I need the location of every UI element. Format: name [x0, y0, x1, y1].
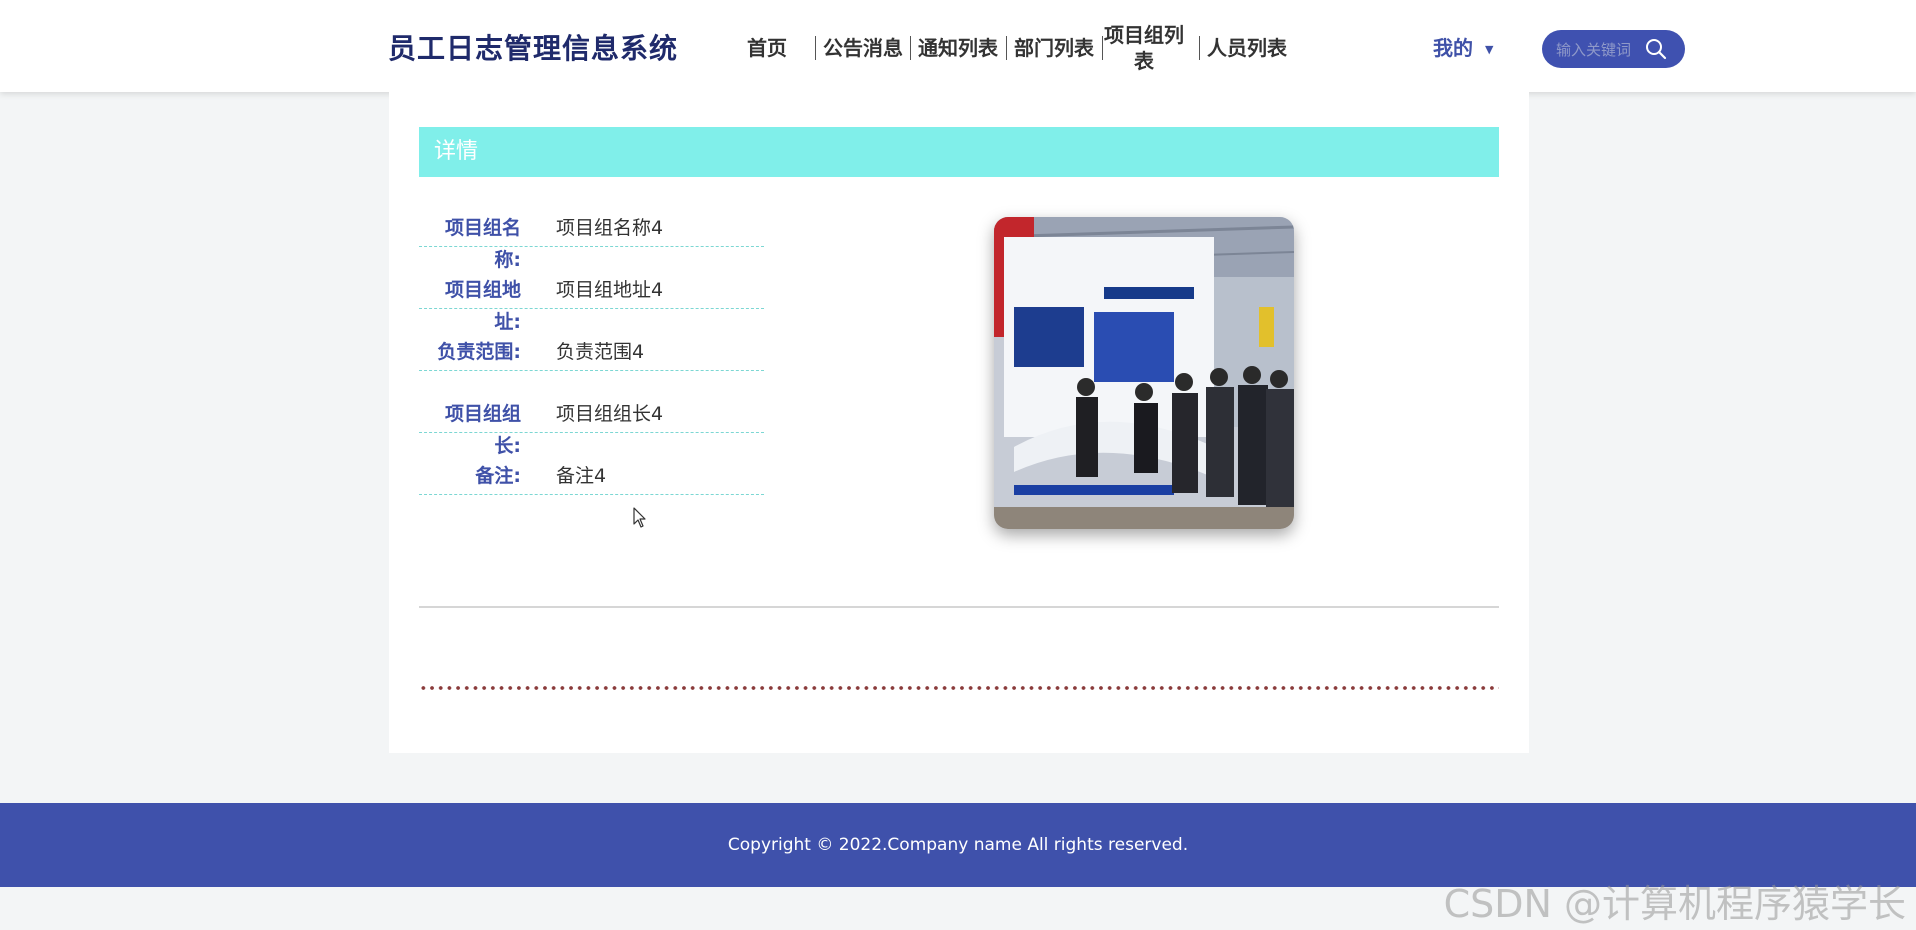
mouse-cursor-icon: [633, 507, 647, 533]
dashed-divider: [419, 370, 764, 371]
dashed-divider: [419, 308, 764, 309]
field-label: 项目组名称:: [444, 217, 521, 271]
field-label: 备注:: [475, 465, 521, 487]
nav-staff[interactable]: 人员列表: [1206, 20, 1288, 76]
detail-section-title: 详情: [419, 127, 1499, 177]
dotted-divider: [419, 686, 1499, 690]
detail-row-leader: 项目组组长: 项目组组长4: [419, 398, 764, 460]
nav-divider: [1199, 36, 1200, 60]
nav-divider: [910, 36, 911, 60]
nav-announcements[interactable]: 公告消息: [822, 20, 904, 76]
my-account-menu[interactable]: 我的 ▼: [1433, 32, 1493, 61]
section-divider: [419, 606, 1499, 608]
nav-divider: [1006, 36, 1007, 60]
my-account-label: 我的: [1433, 36, 1473, 60]
nav-departments[interactable]: 部门列表: [1013, 20, 1095, 76]
top-header: 员工日志管理信息系统 首页 公告消息 通知列表 部门列表 项目组列表 人员列表 …: [0, 0, 1916, 92]
dashed-divider: [419, 432, 764, 433]
nav-divider: [815, 36, 816, 60]
field-value: 项目组地址4: [556, 279, 664, 301]
detail-row-name: 项目组名称: 项目组名称4: [419, 212, 764, 274]
detail-row-remark: 备注: 备注4: [419, 460, 764, 522]
nav-notices[interactable]: 通知列表: [917, 20, 999, 76]
detail-fields: 项目组名称: 项目组名称4 项目组地址: 项目组地址4 负责范围: 负责范围4 …: [419, 212, 764, 522]
detail-row-scope: 负责范围: 负责范围4: [419, 336, 764, 398]
footer-copyright: Copyright © 2022.Company name All rights…: [727, 835, 1189, 855]
field-value: 项目组名称4: [556, 217, 664, 239]
field-label: 项目组地址:: [444, 279, 521, 333]
field-value: 负责范围4: [556, 341, 645, 363]
detail-row-address: 项目组地址: 项目组地址4: [419, 274, 764, 336]
field-label: 负责范围:: [437, 341, 521, 363]
dashed-divider: [419, 246, 764, 247]
nav-home[interactable]: 首页: [736, 20, 798, 76]
project-group-photo: [994, 217, 1294, 529]
detail-panel: 详情 项目组名称: 项目组名称4 项目组地址: 项目组地址4 负责范围: 负责范…: [389, 92, 1529, 753]
site-brand[interactable]: 员工日志管理信息系统: [388, 27, 678, 67]
nav-project-groups[interactable]: 项目组列表: [1102, 20, 1186, 76]
dashed-divider: [419, 494, 764, 495]
field-value: 项目组组长4: [556, 403, 664, 425]
search-icon[interactable]: [1645, 38, 1667, 64]
field-label: 项目组组长:: [444, 403, 521, 457]
watermark-text: CSDN @计算机程序猿学长: [1443, 882, 1906, 926]
search-box: [1542, 30, 1685, 68]
caret-down-icon: ▼: [1485, 43, 1494, 56]
field-value: 备注4: [556, 465, 607, 487]
search-input[interactable]: [1554, 39, 1654, 61]
